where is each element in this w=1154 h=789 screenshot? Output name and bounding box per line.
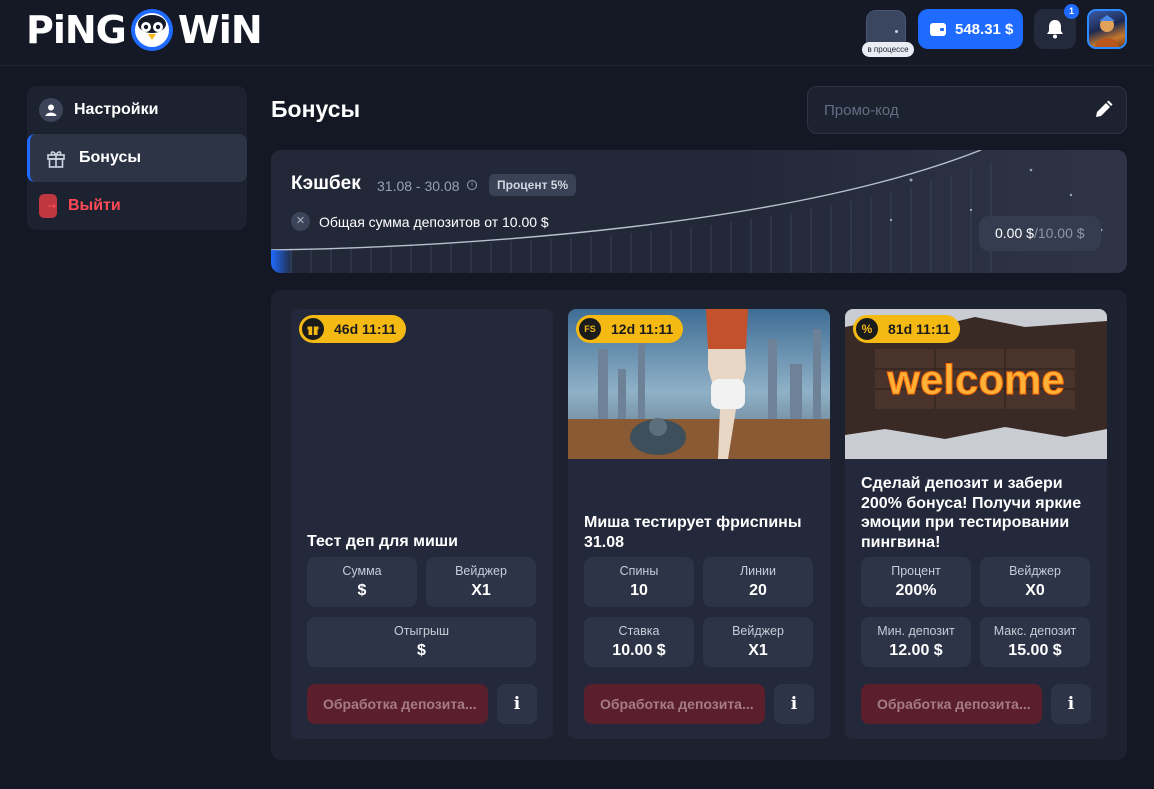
sidebar-item-label: Бонусы [79, 149, 141, 166]
bonus-title: Миша тестирует фриспины 31.08 [584, 514, 802, 551]
pencil-icon[interactable] [1092, 99, 1114, 121]
bonus-stat: Мин. депозит 12.00 $ [861, 617, 971, 667]
sidebar-item-label: Выйти [68, 197, 121, 214]
info-button[interactable]: i [774, 684, 814, 724]
promo-code-input[interactable] [807, 86, 1127, 134]
bonus-stat: Макс. депозит 15.00 $ [980, 617, 1090, 667]
stat-label: Ставка [618, 624, 660, 638]
stat-label: Вейджер [455, 564, 507, 578]
cashback-condition: ✕ Общая сумма депозитов от 10.00 $ [291, 212, 549, 231]
deposit-processing-button[interactable]: Обработка депозита... [307, 684, 488, 724]
stat-label: Мин. депозит [877, 624, 955, 638]
stat-label: Сумма [342, 564, 382, 578]
bonus-stat: Вейджер X0 [980, 557, 1090, 607]
avatar-image-icon [1095, 15, 1119, 47]
logo-text-right: WiN [177, 8, 263, 52]
top-header: PiNG WiN в процессе 548.31 $ 1 [0, 0, 1154, 66]
stat-value: 200% [895, 582, 937, 599]
stat-label: Отыгрыш [394, 624, 449, 638]
bonus-timer: % 81d 11:11 [853, 315, 961, 343]
bonus-stat: Процент 200% [861, 557, 971, 607]
cashback-amount: 0.00 $/10.00 $ [979, 216, 1101, 251]
info-button[interactable]: i [497, 684, 537, 724]
stat-value: 20 [749, 582, 767, 599]
bonus-timer-text: 12d 11:11 [611, 321, 674, 337]
bonus-stat: Сумма $ [307, 557, 417, 607]
stat-label: Вейджер [732, 624, 784, 638]
bonus-title: Тест деп для миши [307, 533, 458, 550]
user-icon [39, 98, 63, 122]
balance-button[interactable]: 548.31 $ [918, 9, 1023, 49]
cashback-percent-badge: Процент 5% [489, 174, 577, 196]
status-label: в процессе [862, 42, 914, 57]
pingwin-logo[interactable]: PiNG WiN [26, 8, 263, 52]
stat-value: X1 [748, 642, 768, 659]
bonus-card[interactable]: welcome % 81d 11:11 Сделай депозит и заб… [845, 309, 1107, 739]
stat-value: $ [417, 642, 426, 659]
penguin-logo-icon [130, 9, 173, 51]
bonus-stat: Ставка 10.00 $ [584, 617, 694, 667]
bonus-stat: Спины 10 [584, 557, 694, 607]
bell-icon [1047, 20, 1063, 39]
logo-text-left: PiNG [26, 8, 127, 52]
gift-icon [300, 316, 326, 342]
cashback-dates: 31.08 - 30.08 [377, 178, 460, 194]
stat-value: X0 [1025, 582, 1045, 599]
info-button[interactable]: i [1051, 684, 1091, 724]
stat-label: Вейджер [1009, 564, 1061, 578]
percent-icon: % [854, 316, 880, 342]
bonus-timer-text: 46d 11:11 [334, 321, 397, 337]
stat-label: Процент [891, 564, 941, 578]
cashback-amount-max: /10.00 $ [1033, 225, 1085, 241]
stat-value: 10 [630, 582, 648, 599]
logout-icon [39, 194, 57, 218]
info-icon[interactable]: i [467, 180, 477, 190]
stat-value: 12.00 $ [889, 642, 943, 659]
bonus-timer: 46d 11:11 [299, 315, 407, 343]
notification-badge: 1 [1064, 4, 1079, 19]
cashback-panel: Кэшбек 31.08 - 30.08 i Процент 5% ✕ Обща… [271, 150, 1127, 273]
bonus-stat: Отыгрыш $ [307, 617, 536, 667]
page-title: Бонусы [271, 96, 361, 122]
bonus-timer-text: 81d 11:11 [888, 321, 951, 337]
bonus-card[interactable]: FS 12d 11:11 Миша тестирует фриспины 31.… [568, 309, 830, 739]
stat-label: Линии [739, 564, 777, 578]
bonus-stat: Линии 20 [703, 557, 813, 607]
welcome-image-text: welcome [886, 356, 1064, 403]
sidebar-item-settings[interactable]: Настройки [27, 86, 247, 134]
bonus-cards-container: 46d 11:11 Тест деп для миши Сумма $ Вейд… [271, 290, 1127, 760]
freespins-icon: FS [577, 316, 603, 342]
sidebar-item-logout[interactable]: Выйти [27, 182, 247, 230]
sidebar-item-bonuses[interactable]: Бонусы [27, 134, 247, 182]
stat-value: 15.00 $ [1008, 642, 1062, 659]
bonus-card[interactable]: 46d 11:11 Тест деп для миши Сумма $ Вейд… [291, 309, 553, 739]
bonus-title: Сделай депозит и забери 200% бонуса! Пол… [861, 475, 1082, 551]
deposit-processing-button[interactable]: Обработка депозита... [584, 684, 765, 724]
deposit-processing-button[interactable]: Обработка депозита... [861, 684, 1042, 724]
cashback-amount-current: 0.00 $ [995, 225, 1034, 241]
stat-value: 10.00 $ [612, 642, 666, 659]
bonus-stat: Вейджер X1 [703, 617, 813, 667]
stat-value: $ [357, 582, 367, 599]
close-circle-icon: ✕ [291, 212, 310, 231]
wallet-icon [930, 22, 946, 36]
gift-icon [44, 146, 68, 170]
cashback-condition-text: Общая сумма депозитов от 10.00 $ [319, 213, 549, 230]
sidebar: Настройки Бонусы Выйти [27, 86, 247, 230]
balance-value: 548.31 $ [955, 20, 1014, 38]
cashback-title: Кэшбек [291, 173, 361, 194]
stat-label: Макс. депозит [993, 624, 1077, 638]
sidebar-item-label: Настройки [74, 101, 159, 118]
bonus-stat: Вейджер X1 [426, 557, 536, 607]
avatar[interactable] [1087, 9, 1127, 49]
bonus-timer: FS 12d 11:11 [576, 315, 684, 343]
stat-value: X1 [471, 582, 491, 599]
stat-label: Спины [619, 564, 659, 578]
status-dot [895, 30, 898, 33]
